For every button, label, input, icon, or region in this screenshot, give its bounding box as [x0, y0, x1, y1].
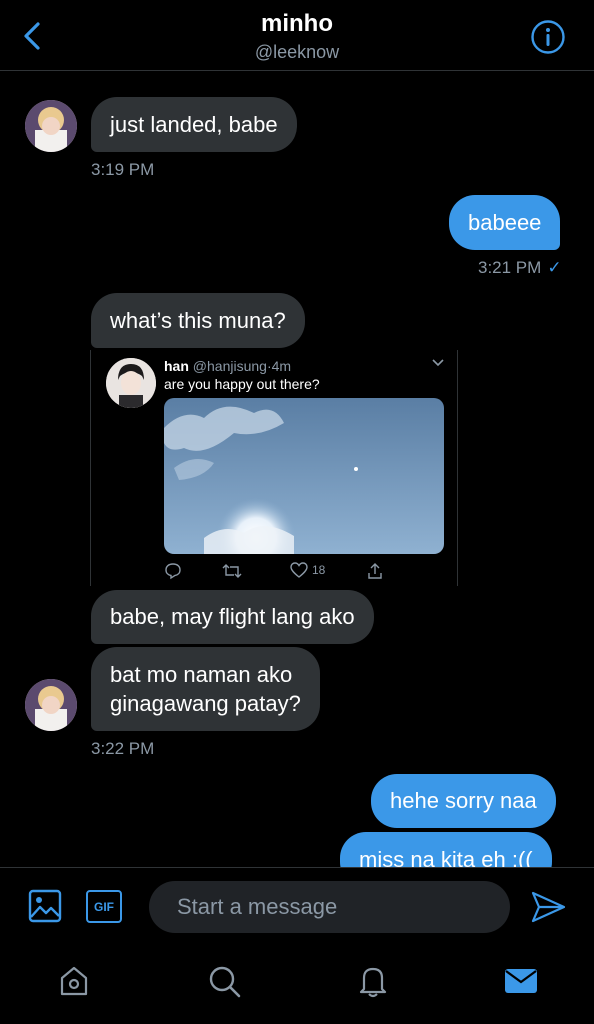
like-action[interactable]: 18 [290, 562, 325, 578]
image-icon[interactable] [28, 889, 62, 923]
tweet-actions: 18 [164, 562, 454, 584]
heart-icon [290, 562, 308, 578]
notifications-icon[interactable] [355, 963, 391, 999]
message-timestamp: 3:21 PM ✓ [478, 258, 562, 278]
send-icon[interactable] [530, 890, 566, 924]
timestamp-text: 3:21 PM [478, 258, 542, 277]
tweet-author-line: han @hanjisung·4m [164, 358, 291, 374]
share-icon[interactable] [367, 562, 383, 580]
reply-icon[interactable] [164, 562, 182, 580]
message-timestamp: 3:19 PM [91, 160, 155, 179]
read-check-icon: ✓ [547, 258, 562, 277]
sender-avatar[interactable] [25, 679, 77, 731]
gif-button[interactable]: GIF [86, 890, 122, 923]
embedded-tweet-card[interactable]: han @hanjisung·4m are you happy out ther… [90, 350, 458, 586]
chevron-down-icon[interactable] [431, 358, 445, 368]
like-count: 18 [312, 563, 326, 577]
tweet-text: are you happy out there? [164, 376, 320, 392]
message-bubble-received[interactable]: bat mo naman ako ginagawang patay? [91, 647, 320, 731]
search-icon[interactable] [206, 963, 242, 999]
tweet-author-name[interactable]: han [164, 358, 189, 374]
message-bubble-sent[interactable]: babeee [449, 195, 561, 250]
conversation-title[interactable]: minho [0, 10, 594, 38]
conversation-handle: @leeknow [254, 42, 340, 62]
messages-icon[interactable] [503, 963, 539, 999]
tweet-author-handle[interactable]: @hanjisung [193, 358, 267, 374]
message-line: ginagawang patay? [110, 691, 301, 716]
info-icon[interactable] [530, 19, 566, 55]
message-input[interactable] [149, 881, 510, 933]
sender-avatar[interactable] [25, 100, 77, 152]
conversation-header: minho @leeknow [0, 0, 594, 71]
message-bubble-sent[interactable]: hehe sorry naa [371, 774, 556, 828]
tweet-age: 4m [271, 358, 292, 374]
message-timestamp: 3:22 PM [91, 739, 155, 758]
home-icon[interactable] [56, 963, 92, 999]
message-line: bat mo naman ako [110, 662, 293, 687]
tweet-sky-photo[interactable] [164, 398, 444, 554]
message-bubble-received[interactable]: what’s this muna? [91, 293, 305, 348]
message-bubble-received[interactable]: babe, may flight lang ako [91, 590, 374, 644]
message-bubble-received[interactable]: just landed, babe [91, 97, 297, 152]
tweet-author-avatar[interactable] [106, 358, 156, 408]
retweet-icon[interactable] [222, 562, 242, 580]
